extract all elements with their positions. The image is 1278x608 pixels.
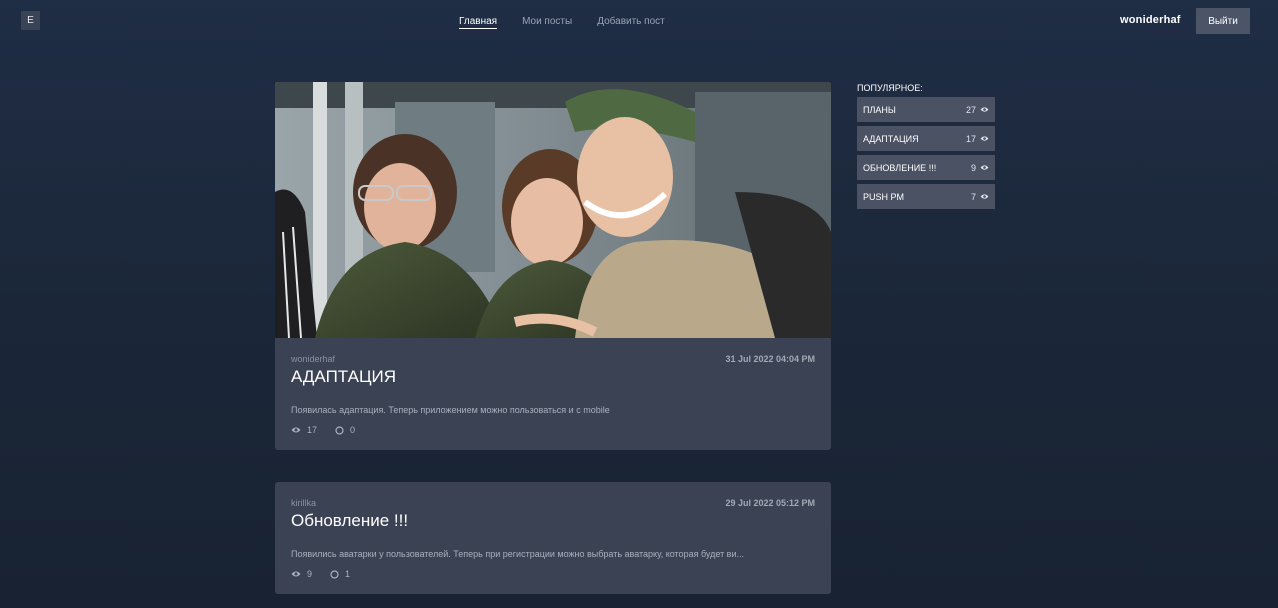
logout-button[interactable]: Выйти [1196, 8, 1250, 34]
popular-list: ПЛАНЫ 27 АДАПТАЦИЯ 17 ОБНОВЛЕНИЕ !!! 9 P… [857, 97, 995, 213]
popular-item-count: 17 [965, 133, 976, 144]
eye-icon [980, 135, 989, 142]
post-body: kirillka 29 Jul 2022 05:12 PM Обновление… [275, 482, 831, 579]
popular-item[interactable]: ОБНОВЛЕНИЕ !!! 9 [857, 155, 995, 180]
post-photo [275, 82, 831, 338]
popular-item[interactable]: PUSH PM 7 [857, 184, 995, 209]
popular-item-label: ПЛАНЫ [863, 104, 896, 115]
eye-icon [980, 106, 989, 113]
post-card[interactable]: woniderhaf 31 Jul 2022 04:04 PM АДАПТАЦИ… [275, 82, 831, 450]
post-card[interactable]: kirillka 29 Jul 2022 05:12 PM Обновление… [275, 482, 831, 594]
comments-count: 0 [350, 425, 356, 435]
post-date: 29 Jul 2022 05:12 PM [725, 498, 815, 508]
post-title[interactable]: АДАПТАЦИЯ [291, 367, 815, 387]
comment-icon [335, 425, 344, 435]
popular-item-count: 27 [965, 104, 976, 115]
views-count: 9 [307, 569, 313, 579]
comments-count: 1 [345, 569, 351, 579]
popular-heading: ПОПУЛЯРНОЕ: [857, 83, 923, 93]
post-stats: 9 1 [291, 569, 815, 579]
popular-item-label: PUSH PM [863, 191, 905, 202]
popular-item-label: АДАПТАЦИЯ [863, 133, 919, 144]
eye-icon [291, 570, 301, 578]
nav-my-posts[interactable]: Мои посты [522, 16, 572, 29]
views-count: 17 [307, 425, 318, 435]
post-excerpt: Появились аватарки у пользователей. Тепе… [291, 549, 744, 559]
popular-item[interactable]: АДАПТАЦИЯ 17 [857, 126, 995, 151]
comment-icon [330, 569, 339, 579]
popular-item[interactable]: ПЛАНЫ 27 [857, 97, 995, 122]
popular-item-label: ОБНОВЛЕНИЕ !!! [863, 162, 937, 173]
main-nav: Главная Мои посты Добавить пост [459, 16, 665, 29]
nav-home[interactable]: Главная [459, 16, 498, 29]
nav-add-post[interactable]: Добавить пост [597, 16, 665, 29]
post-date: 31 Jul 2022 04:04 PM [725, 354, 815, 364]
post-stats: 17 0 [291, 425, 815, 435]
popular-item-count: 9 [970, 162, 976, 173]
post-excerpt: Появилась адаптация. Теперь приложением … [291, 405, 610, 415]
popular-item-count: 7 [970, 191, 976, 202]
logo[interactable]: E [21, 11, 40, 30]
current-username: woniderhaf [1120, 14, 1181, 26]
post-body: woniderhaf 31 Jul 2022 04:04 PM АДАПТАЦИ… [275, 338, 831, 435]
post-title[interactable]: Обновление !!! [291, 511, 815, 531]
eye-icon [980, 164, 989, 171]
eye-icon [980, 193, 989, 200]
eye-icon [291, 426, 301, 434]
